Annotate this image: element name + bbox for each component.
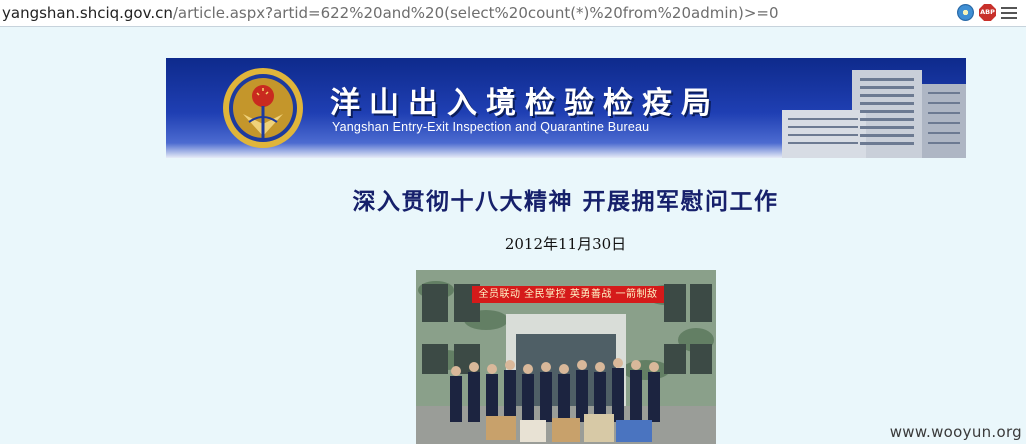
watermark: www.wooyun.org (889, 423, 1022, 441)
article-date: 2012年11月30日 (504, 235, 627, 253)
photo-slogan-banner: 全员联动 全民掌控 英勇善战 一箭制敌 (472, 286, 664, 303)
banner-title: 洋山出入境检验检疫局 (330, 86, 720, 121)
url-path: /article.aspx?artid=622%20and%20(select%… (172, 4, 779, 22)
banner-subtitle: Yangshan Entry-Exit Inspection and Quara… (332, 120, 650, 134)
article-photo: 全员联动 全民掌控 英勇善战 一箭制敌 (416, 270, 716, 444)
site-banner: 洋山出入境检验检疫局 Yangshan Entry-Exit Inspectio… (166, 58, 966, 158)
adblock-plus-icon[interactable]: ABP (979, 4, 996, 21)
building-image (782, 70, 966, 158)
flower-extension-icon[interactable] (957, 4, 974, 21)
url-host: yangshan.shciq.gov.cn (2, 4, 173, 22)
national-emblem-icon (223, 68, 303, 148)
url-field[interactable]: yangshan.shciq.gov.cn/article.aspx?artid… (2, 3, 779, 23)
article-title: 深入贯彻十八大精神 开展拥军慰问工作 (352, 189, 779, 215)
extension-icons: ABP (957, 4, 1018, 22)
browser-address-bar[interactable]: yangshan.shciq.gov.cn/article.aspx?artid… (0, 0, 1026, 27)
menu-icon[interactable] (1001, 4, 1018, 21)
